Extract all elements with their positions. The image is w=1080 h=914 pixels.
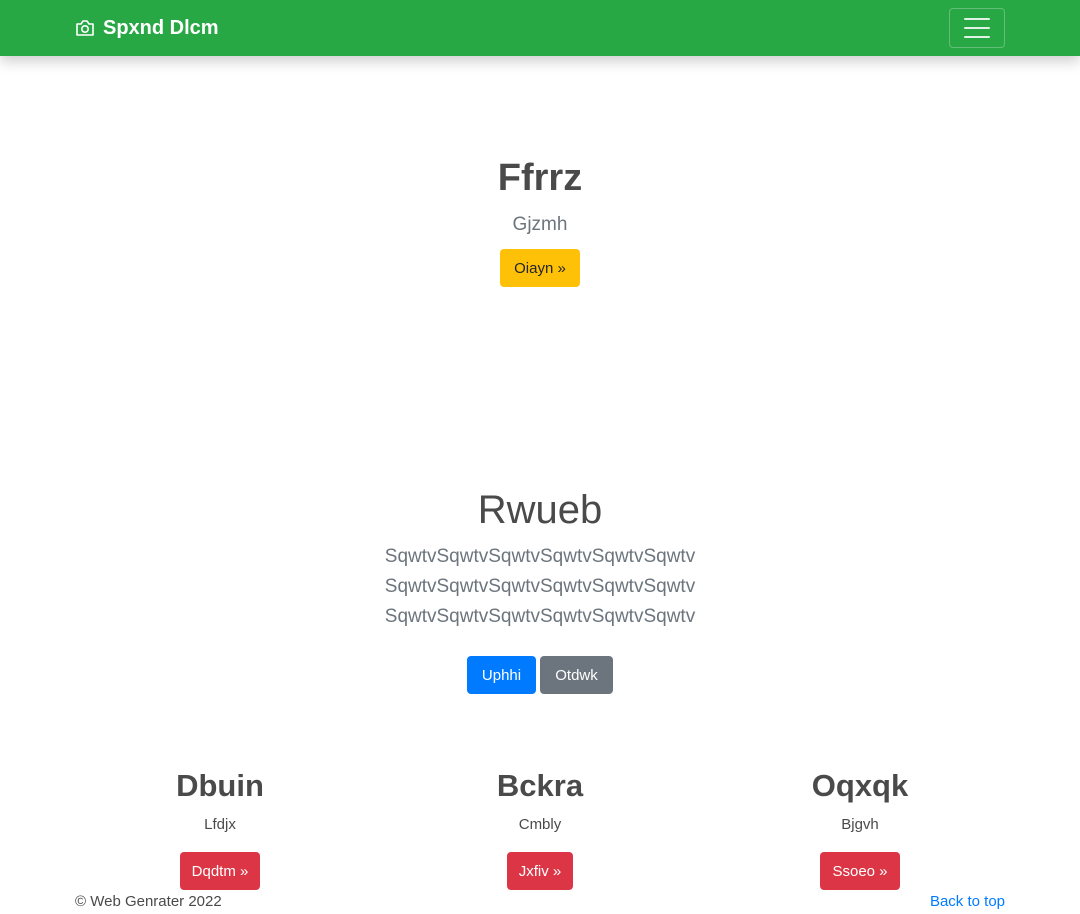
feature-column-3: Oqxqk Bjgvh Ssoeo » [700, 765, 1020, 890]
column-title: Dbuin [176, 768, 264, 803]
navbar-toggler-button[interactable] [949, 8, 1005, 48]
hero2-title: Rwueb [477, 488, 603, 532]
column-text: Cmbly [518, 816, 562, 833]
column-text: Lfdjx [204, 816, 236, 833]
camera-icon [76, 20, 94, 36]
hero-section-1: Ffrrz Gjzmh Oiayn » [0, 150, 1080, 287]
hero2-secondary-button[interactable]: Otdwk [540, 656, 613, 694]
hero2-button-group: Uphhi Otdwk [0, 656, 1080, 694]
column-button[interactable]: Ssoeo » [820, 852, 900, 890]
brand-name: Spxnd Dlcm [103, 16, 219, 39]
column-title: Oqxqk [811, 768, 909, 803]
back-to-top-link[interactable]: Back to top [930, 893, 1005, 910]
hero1-lead: Gjzmh [512, 214, 568, 235]
brand-link[interactable]: Spxnd Dlcm [75, 14, 219, 42]
feature-column-2: Bckra Cmbly Jxfiv » [380, 765, 700, 890]
column-text: Bjgvh [841, 816, 879, 833]
hamburger-menu-icon [964, 18, 990, 20]
hero2-lead: SqwtvSqwtvSqwtvSqwtvSqwtvSqwtv SqwtvSqwt… [384, 546, 696, 627]
feature-column-1: Dbuin Lfdjx Dqdtm » [60, 765, 380, 890]
column-button[interactable]: Dqdtm » [179, 852, 261, 890]
hero2-primary-button[interactable]: Uphhi [467, 656, 536, 694]
hero1-title: Ffrrz [497, 157, 583, 199]
footer-copyright: © Web Genrater 2022 [75, 893, 222, 910]
column-button[interactable]: Jxfiv » [506, 852, 574, 890]
hero1-button[interactable]: Oiayn » [500, 249, 580, 287]
column-title: Bckra [496, 768, 584, 803]
hero-section-2: Rwueb SqwtvSqwtvSqwtvSqwtvSqwtvSqwtv Sqw… [0, 486, 1080, 694]
navbar: Spxnd Dlcm [0, 0, 1080, 56]
